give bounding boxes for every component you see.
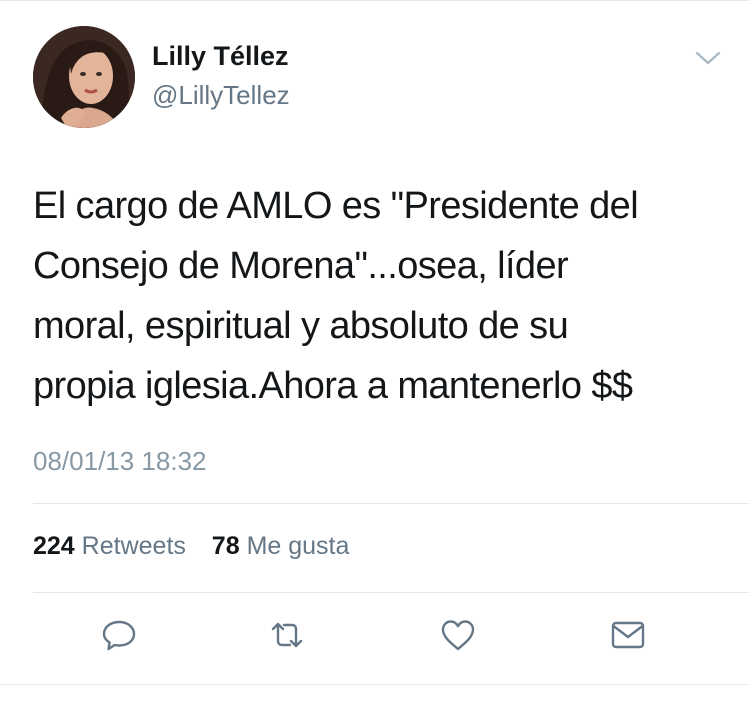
avatar-image bbox=[33, 26, 135, 128]
tweet-text: El cargo de AMLO es "Presidente del Cons… bbox=[33, 176, 733, 416]
tweet-timestamp: 08/01/13 18:32 bbox=[33, 446, 207, 476]
tweet-line: El cargo de AMLO es "Presidente del bbox=[33, 185, 639, 227]
retweets-label[interactable]: Retweets bbox=[82, 532, 186, 560]
chevron-down-icon[interactable] bbox=[693, 48, 723, 68]
tweet-line: moral, espiritual y absoluto de su bbox=[33, 305, 569, 347]
avatar[interactable] bbox=[33, 26, 135, 128]
retweet-icon[interactable] bbox=[265, 613, 309, 657]
user-name[interactable]: Lilly Téllez bbox=[152, 41, 289, 72]
retweets-count[interactable]: 224 bbox=[33, 532, 75, 560]
divider bbox=[33, 503, 749, 504]
tweet-line: propia iglesia.Ahora a mantenerlo $$ bbox=[33, 365, 633, 407]
user-handle[interactable]: @LillyTellez bbox=[152, 80, 290, 111]
tweet-stats: 224 Retweets 78 Me gusta bbox=[33, 532, 349, 561]
direct-message-icon[interactable] bbox=[606, 613, 650, 657]
likes-label[interactable]: Me gusta bbox=[247, 532, 350, 560]
top-divider bbox=[0, 0, 749, 1]
divider bbox=[33, 592, 749, 593]
heart-icon[interactable] bbox=[436, 613, 480, 657]
bottom-divider bbox=[0, 684, 749, 685]
tweet-line: Consejo de Morena"...osea, líder bbox=[33, 245, 569, 287]
reply-icon[interactable] bbox=[97, 613, 141, 657]
likes-count[interactable]: 78 bbox=[212, 532, 240, 560]
